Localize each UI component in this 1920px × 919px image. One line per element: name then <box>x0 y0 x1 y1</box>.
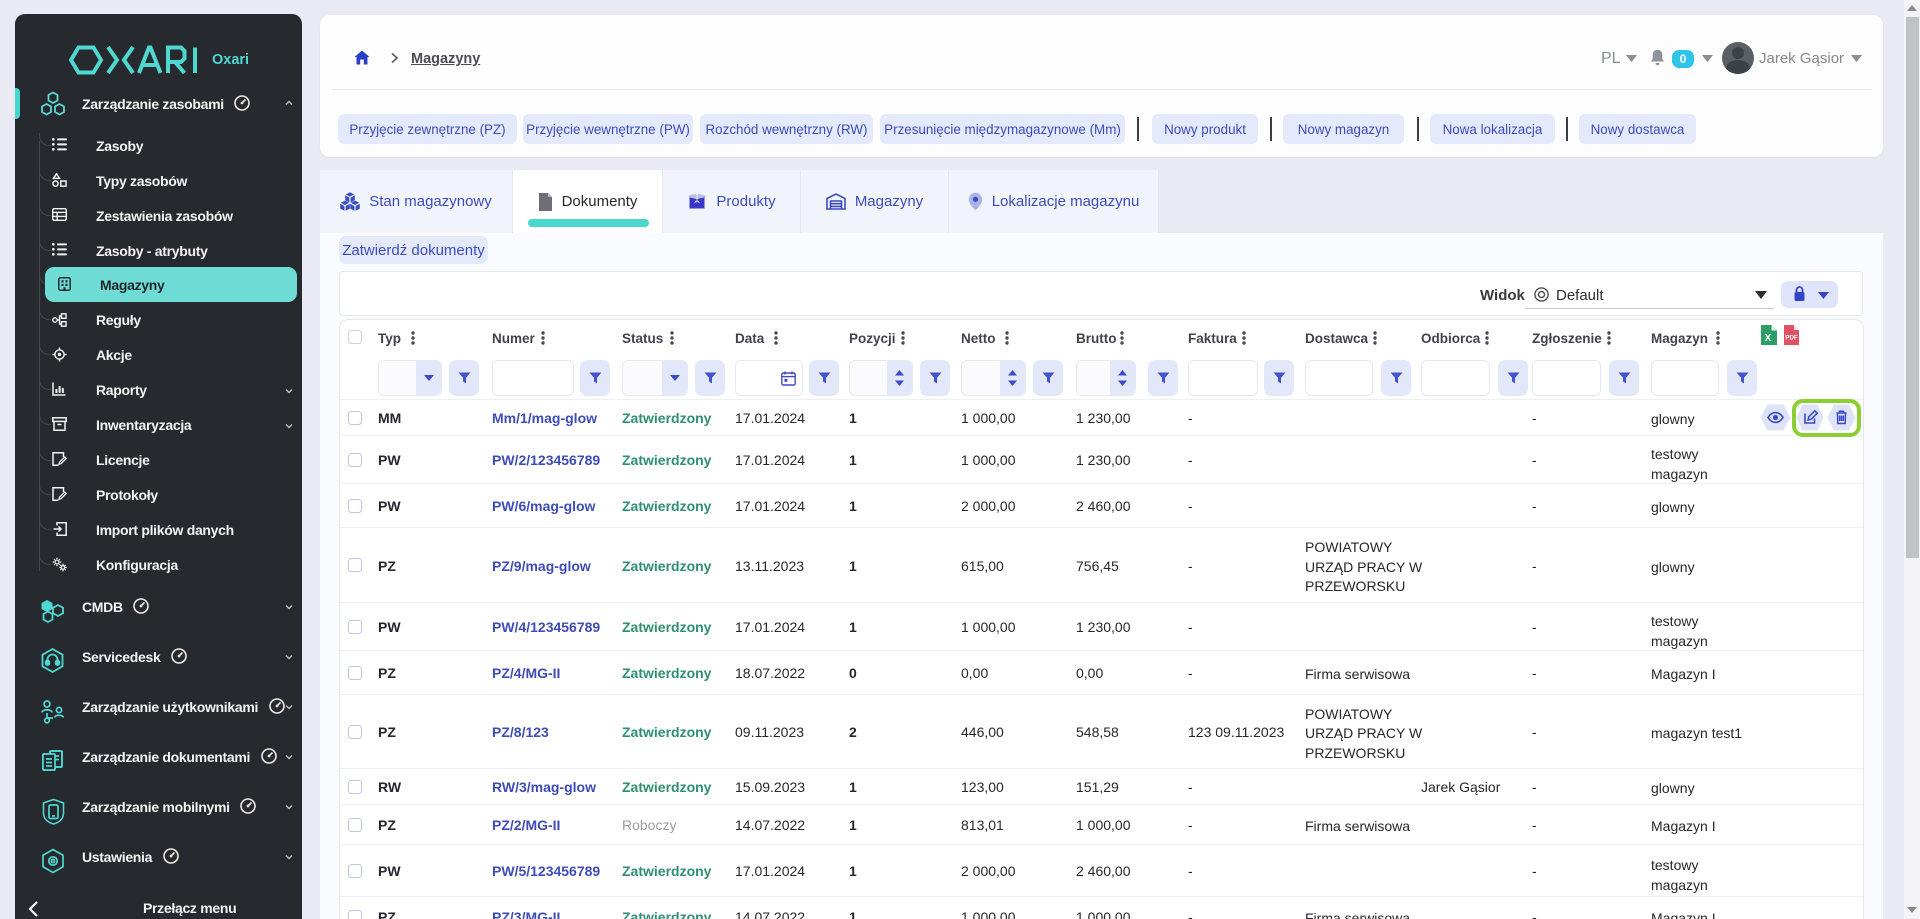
svg-text:X: X <box>1765 333 1772 344</box>
svg-text:PDF: PDF <box>1785 335 1798 342</box>
